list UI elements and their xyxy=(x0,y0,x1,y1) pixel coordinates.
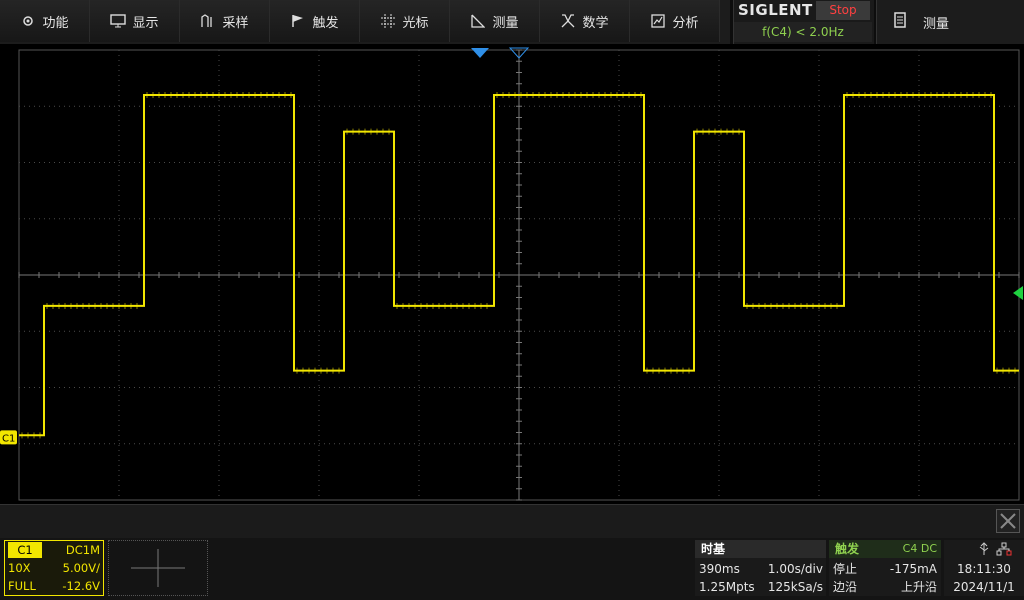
channel1-settings[interactable]: C1 DC1M 10X 5.00V/ FULL -12.6V xyxy=(4,540,104,596)
menu-item-math[interactable]: 数学 xyxy=(540,0,630,42)
menu-item-cursor-crosshair[interactable]: 光标 xyxy=(360,0,450,42)
trigger-source: C4 DC xyxy=(902,542,937,555)
timebase-scale: 1.00s/div xyxy=(767,562,823,576)
waveform-display[interactable]: C1 xyxy=(0,44,1024,504)
channel1-offset: -12.6V xyxy=(62,579,100,593)
trigger-type: 边沿 xyxy=(833,580,858,594)
trigger-slope: 上升沿 xyxy=(900,580,937,594)
channel1-offset-marker[interactable]: C1 xyxy=(0,430,17,445)
clock-panel: 18:11:30 2024/11/1 xyxy=(944,540,1024,596)
brand-status-panel: SIGLENT Stop f(C4) < 2.0Hz xyxy=(733,0,874,44)
run-stop-indicator[interactable]: Stop xyxy=(816,1,870,20)
menu-item-analysis[interactable]: 分析 xyxy=(630,0,720,42)
timebase-delay: 390ms xyxy=(699,562,740,576)
trigger-frequency-readout: f(C4) < 2.0Hz xyxy=(734,22,872,42)
clock-time: 18:11:30 xyxy=(957,562,1011,576)
close-icon xyxy=(1000,513,1016,529)
status-line xyxy=(0,504,1024,538)
channel1-scale: 5.00V/ xyxy=(62,561,100,575)
trigger-level-marker xyxy=(1013,286,1023,300)
menu-item-label: 光标 xyxy=(402,15,429,31)
trigger-panel[interactable]: 触发 C4 DC 停止 -175mA 边沿 上升沿 xyxy=(829,540,941,596)
trigger-position-marker xyxy=(471,48,489,58)
add-channel-slot[interactable] xyxy=(108,540,208,596)
trigger-state: 停止 xyxy=(833,562,858,576)
measure-button-label: 测量 xyxy=(923,16,950,32)
menu-item-label: 分析 xyxy=(672,15,699,31)
menu-item-measure-ruler[interactable]: 测量 xyxy=(450,0,540,42)
channel1-bandwidth: FULL xyxy=(8,579,36,593)
brand-logo: SIGLENT xyxy=(738,1,813,19)
math-icon xyxy=(560,13,576,29)
channel1-marker-label: C1 xyxy=(2,433,15,444)
function-menu-bar: 功能 显示 采样 触发 光标 测量 数学 分析 xyxy=(0,0,730,45)
sampling-icon xyxy=(200,13,216,29)
menu-item-label: 测量 xyxy=(492,15,519,31)
menu-item-trigger-flag[interactable]: 触发 xyxy=(270,0,360,42)
channel1-label: C1 xyxy=(8,542,42,558)
trigger-flag-icon xyxy=(290,13,306,29)
menu-item-label: 采样 xyxy=(222,15,249,31)
plus-crosshair-icon xyxy=(131,549,185,587)
bottom-info-bar: C1 DC1M 10X 5.00V/ FULL -12.6V 时基 390ms … xyxy=(0,538,1024,600)
menu-item-gear[interactable]: 功能 xyxy=(0,0,90,42)
sample-rate: 125kSa/s xyxy=(767,580,823,594)
menu-item-monitor[interactable]: 显示 xyxy=(90,0,180,42)
analysis-icon xyxy=(650,13,666,29)
waveform-grid: C1 xyxy=(0,47,1023,501)
monitor-icon xyxy=(110,13,127,29)
channel1-probe: 10X xyxy=(8,561,31,575)
close-button[interactable] xyxy=(996,509,1020,533)
network-icon xyxy=(996,542,1012,560)
measure-list-icon xyxy=(893,12,907,32)
menu-item-label: 显示 xyxy=(132,15,159,31)
measure-button[interactable]: 测量 xyxy=(876,0,1024,44)
menu-item-sampling[interactable]: 采样 xyxy=(180,0,270,42)
clock-date: 2024/11/1 xyxy=(953,580,1015,594)
cursor-crosshair-icon xyxy=(380,13,396,29)
trigger-level: -175mA xyxy=(889,562,937,576)
channel1-coupling: DC1M xyxy=(65,543,100,557)
menu-item-label: 数学 xyxy=(582,15,609,31)
timebase-panel[interactable]: 时基 390ms 1.00s/div 1.25Mpts 125kSa/s xyxy=(695,540,826,596)
gear-icon xyxy=(20,13,36,29)
menu-item-label: 触发 xyxy=(312,15,339,31)
usb-icon xyxy=(978,542,990,560)
memory-depth: 1.25Mpts xyxy=(699,580,755,594)
measure-ruler-icon xyxy=(470,13,486,29)
timebase-title: 时基 xyxy=(695,540,826,558)
menu-item-label: 功能 xyxy=(42,15,69,31)
